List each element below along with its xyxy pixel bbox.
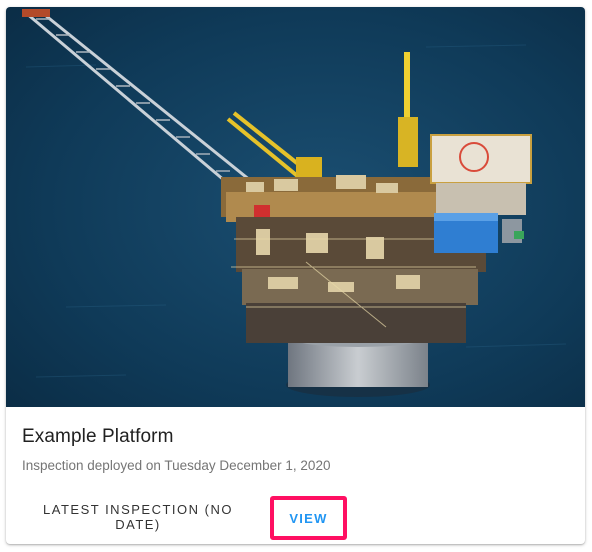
card-actions: LATEST INSPECTION (NO DATE) VIEW bbox=[6, 493, 585, 544]
platform-image bbox=[6, 7, 585, 407]
inspection-subtitle: Inspection deployed on Tuesday December … bbox=[22, 458, 331, 473]
platform-title: Example Platform bbox=[22, 426, 174, 447]
latest-inspection-button[interactable]: LATEST INSPECTION (NO DATE) bbox=[14, 499, 262, 535]
platform-card: Example Platform Inspection deployed on … bbox=[6, 7, 585, 544]
card-content: Example Platform Inspection deployed on … bbox=[22, 423, 569, 475]
view-button[interactable]: VIEW bbox=[270, 496, 347, 540]
